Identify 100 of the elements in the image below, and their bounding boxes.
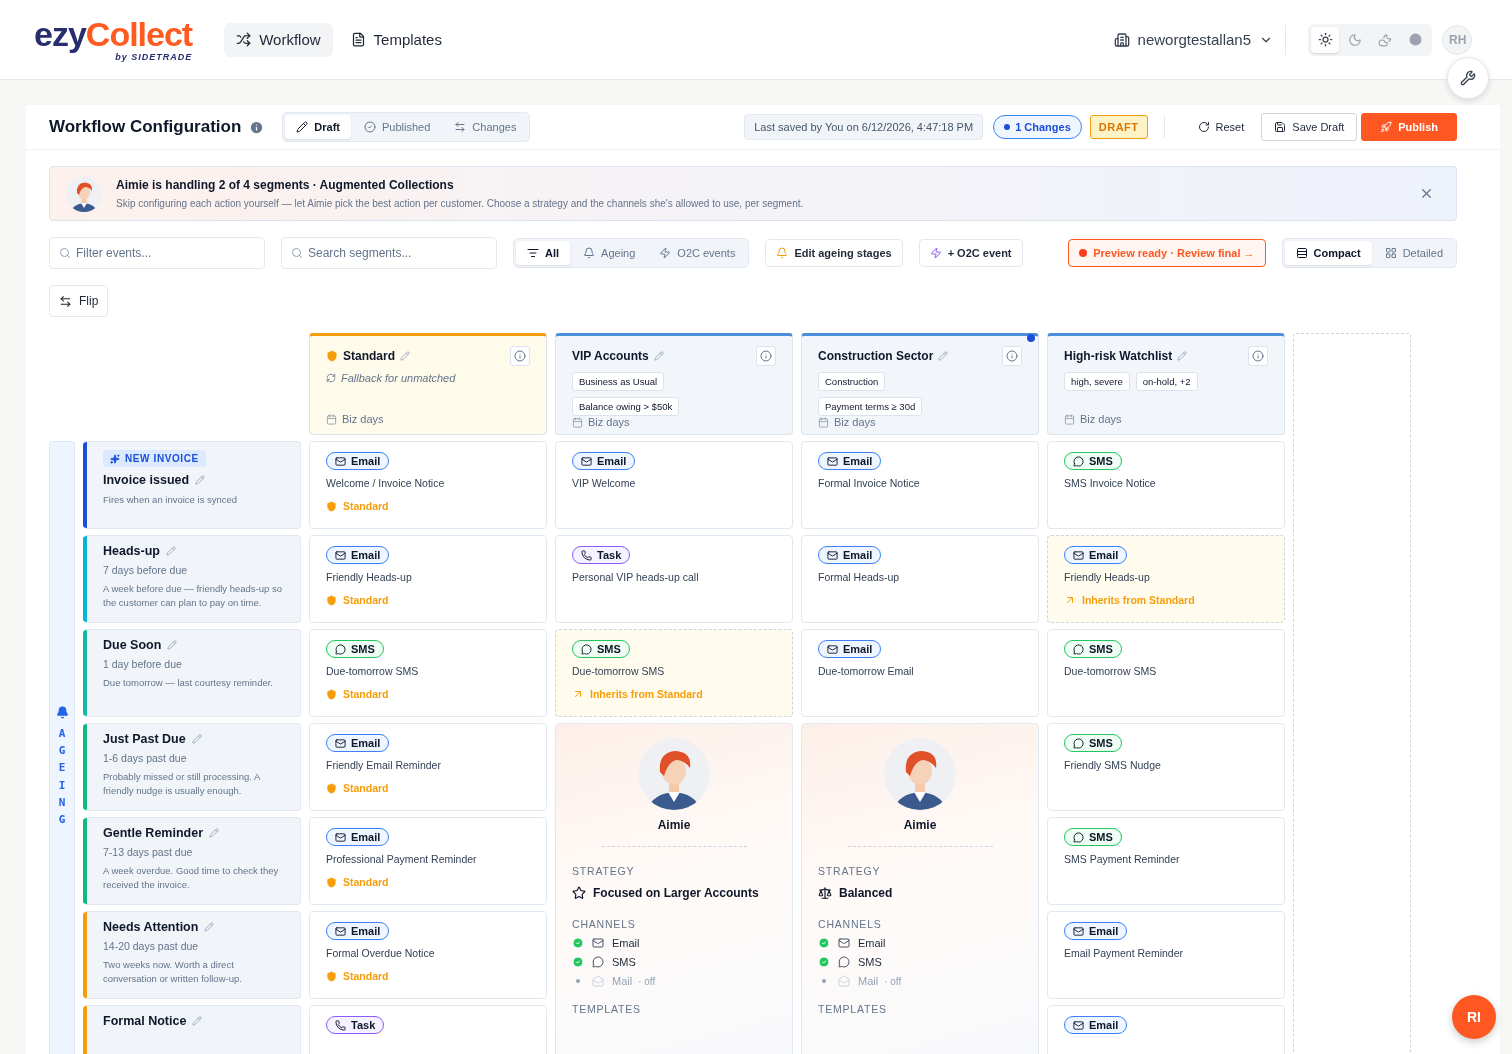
pencil-icon[interactable]: [165, 546, 176, 556]
channel-tag: SMS: [1064, 734, 1122, 752]
event-card[interactable]: NEW INVOICE Invoice issued Fires when an invoice is synced: [83, 441, 301, 529]
channel-tag: Email: [326, 452, 390, 470]
nav-tab[interactable]: Workflow: [224, 22, 333, 57]
template-name: SMS Payment Reminder: [1064, 853, 1180, 865]
pencil-icon[interactable]: [167, 640, 178, 650]
view-tab[interactable]: Compact: [1284, 241, 1372, 265]
event-title: Just Past Due: [103, 732, 186, 746]
segment-card[interactable]: High-risk Watchlist high, severe on-hold, +2 Biz days: [1047, 333, 1285, 435]
info-icon[interactable]: [249, 119, 265, 135]
event-description: Probably missed or still processing. A friendly nudge is usually enough.: [103, 770, 261, 798]
pencil-icon[interactable]: [1177, 351, 1188, 361]
action-card[interactable]: Email Email Payment Reminder: [1047, 911, 1285, 999]
action-card[interactable]: Email Formal Heads-up: [801, 535, 1039, 623]
save-draft-button[interactable]: Save Draft: [1261, 113, 1358, 141]
status-badge: DRAFT: [1089, 115, 1148, 139]
action-card[interactable]: Task Personal VIP heads-up call: [555, 535, 793, 623]
action-card[interactable]: SMS SMS Invoice Notice: [1047, 441, 1285, 529]
action-card[interactable]: Email Welcome / Invoice Notice Standard: [309, 441, 547, 529]
action-card[interactable]: SMS Due-tomorrow SMS: [1047, 629, 1285, 717]
info-icon: [1252, 350, 1264, 362]
bell-icon: [583, 247, 596, 259]
info-button[interactable]: [756, 346, 776, 366]
action-card[interactable]: Email Formal Invoice Notice: [801, 441, 1039, 529]
event-timing: 14-20 days past due: [103, 940, 200, 952]
segment-card[interactable]: Standard Fallback for unmatched Biz days: [309, 333, 547, 435]
changes-badge[interactable]: 1 Changes: [993, 115, 1082, 139]
action-card[interactable]: Email: [1047, 1005, 1285, 1054]
close-button[interactable]: [1419, 186, 1434, 201]
brand-logo[interactable]: ezyCollect: [34, 17, 193, 51]
action-card[interactable]: Email Friendly Email Reminder Standard: [309, 723, 547, 811]
info-button[interactable]: [1248, 346, 1268, 366]
shield-icon: [326, 594, 337, 606]
agent-name: Aimie: [657, 818, 691, 832]
segment-card[interactable]: VIP Accounts Business as Usual Balance owing > $50k Biz days: [555, 333, 793, 435]
action-card[interactable]: Email Friendly Heads-up Inherits from Standard: [1047, 535, 1285, 623]
agent-card[interactable]: Aimie STRATEGY Balanced CHANNELS Email SMS Mail · off TEMPLATES: [801, 723, 1039, 1054]
action-card[interactable]: SMS SMS Payment Reminder: [1047, 817, 1285, 905]
version-tab[interactable]: Published: [353, 115, 442, 139]
pencil-icon[interactable]: [204, 922, 215, 932]
nav-tab[interactable]: Templates: [338, 22, 454, 57]
segment-card[interactable]: Construction Sector Construction Payment terms ≥ 30d Biz days: [801, 333, 1039, 435]
event-type-tab[interactable]: All: [516, 241, 571, 265]
shield-icon: [326, 688, 337, 700]
info-button[interactable]: [510, 346, 530, 366]
pencil-icon[interactable]: [195, 475, 206, 485]
action-card[interactable]: Email Friendly Heads-up Standard: [309, 535, 547, 623]
refresh-icon: [326, 373, 336, 383]
action-card[interactable]: Email VIP Welcome: [555, 441, 793, 529]
template-name: Formal Overdue Notice: [326, 947, 435, 959]
version-tab[interactable]: Changes: [443, 115, 528, 139]
action-card[interactable]: SMS Friendly SMS Nudge: [1047, 723, 1285, 811]
tools-button[interactable]: [1447, 57, 1489, 99]
action-card[interactable]: SMS Due-tomorrow SMS Standard: [309, 629, 547, 717]
pencil-icon[interactable]: [209, 828, 220, 838]
pencil-icon[interactable]: [653, 351, 664, 361]
event-type-tab[interactable]: Ageing: [572, 241, 647, 265]
action-card[interactable]: Task: [309, 1005, 547, 1054]
pencil-icon[interactable]: [938, 351, 949, 361]
org-switcher[interactable]: neworgtestallan5: [1113, 24, 1286, 55]
flip-button[interactable]: Flip: [49, 285, 109, 317]
pencil-icon[interactable]: [192, 1016, 203, 1026]
template-name: VIP Welcome: [572, 477, 636, 489]
mail-icon: [335, 831, 346, 843]
event-card[interactable]: Heads-up 7 days before due A week before due — friendly heads-up so the customer can plan to pay on time.: [83, 535, 301, 623]
event-card[interactable]: Formal Notice: [83, 1005, 301, 1054]
view-tab[interactable]: Detailed: [1373, 241, 1454, 265]
event-card[interactable]: Gentle Reminder 7-13 days past due A week overdue. Good time to check they received the invoice.: [83, 817, 301, 905]
action-card[interactable]: Email Professional Payment Reminder Standard: [309, 817, 547, 905]
rows-icon: [1295, 247, 1308, 259]
reset-button[interactable]: Reset: [1184, 113, 1258, 141]
banner-title: Aimie is handling 2 of 4 segments · Augmented Collections: [116, 178, 455, 192]
event-type-tab[interactable]: O2C events: [648, 241, 747, 265]
action-card[interactable]: Email Due-tomorrow Email: [801, 629, 1039, 717]
event-card[interactable]: Due Soon 1 day before due Due tomorrow — last courtesy reminder.: [83, 629, 301, 717]
channel-tag: Email: [326, 922, 390, 940]
pencil-icon[interactable]: [191, 734, 202, 744]
pencil-icon[interactable]: [400, 351, 410, 361]
info-button[interactable]: [1002, 346, 1022, 366]
event-card[interactable]: Just Past Due 1-6 days past due Probably missed or still processing. A friendly nudge is usually enough.: [83, 723, 301, 811]
banner-text: Skip configuring each action yourself — let Aimie pick the best action per customer. Choose a strategy and the channels she's allowed to use, per segment.: [116, 198, 805, 209]
channel-name: Mail: [858, 975, 879, 987]
origin-label: Standard: [343, 876, 389, 888]
search-segments-field[interactable]: Search segments...: [281, 237, 497, 269]
action-card[interactable]: SMS Due-tomorrow SMS Inherits from Standard: [555, 629, 793, 717]
add-event-button[interactable]: + O2C event: [918, 239, 1023, 267]
event-title: Needs Attention: [103, 920, 199, 934]
avatar-icon: [638, 738, 710, 810]
version-tab[interactable]: Draft: [285, 115, 351, 139]
edit-stages-button[interactable]: Edit ageing stages: [765, 239, 903, 267]
agent-card[interactable]: Aimie STRATEGY Focused on Larger Accounts CHANNELS Email SMS Mail · off TEMPLATES: [555, 723, 793, 1054]
empty-column[interactable]: [1293, 333, 1411, 1054]
shield-icon: [326, 500, 337, 512]
event-card[interactable]: Needs Attention 14-20 days past due Two weeks now. Worth a direct conversation or written follow-up.: [83, 911, 301, 999]
theme-option[interactable]: [1311, 26, 1339, 53]
action-card[interactable]: Email Formal Overdue Notice Standard: [309, 911, 547, 999]
mail-icon: [581, 455, 592, 467]
save-icon: [1274, 121, 1287, 133]
filter-events-field[interactable]: Filter events...: [49, 237, 265, 269]
